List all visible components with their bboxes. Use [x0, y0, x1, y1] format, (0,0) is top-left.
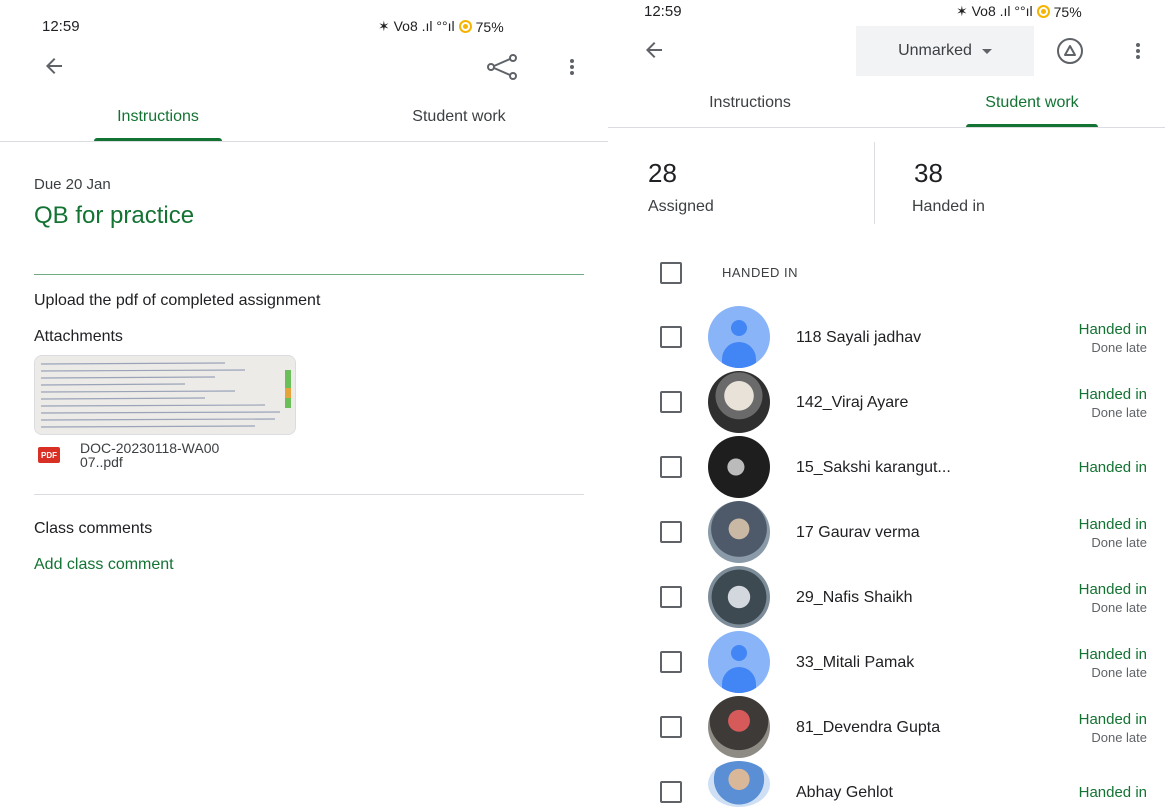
student-row[interactable]: 118 Sayali jadhav Handed in Done late: [608, 305, 1165, 369]
student-status-detail: Done late: [1091, 405, 1147, 420]
drive-icon: [1057, 38, 1083, 64]
student-avatar: [708, 696, 770, 758]
student-checkbox[interactable]: [660, 781, 682, 803]
student-row[interactable]: 17 Gaurav verma Handed in Done late: [608, 500, 1165, 564]
attachment-card[interactable]: PDF DOC-20230118-WA00 07..pdf: [34, 355, 296, 475]
battery-level: 75%: [475, 18, 504, 35]
student-name: 81_Devendra Gupta: [796, 719, 941, 736]
student-status: Handed in: [1078, 646, 1147, 663]
handwritten-notes-preview: [35, 356, 295, 434]
student-work-screen: 12:59 ✶ Vo8 .ıl °°ıl 75% Unmarked Instru…: [608, 0, 1165, 807]
filter-dropdown[interactable]: Unmarked: [856, 26, 1034, 76]
student-name: 17 Gaurav verma: [796, 524, 920, 541]
handed-in-count: 38: [914, 158, 943, 188]
student-checkbox[interactable]: [660, 391, 682, 413]
arrow-back-icon: [46, 58, 62, 74]
tabs-divider: [0, 141, 608, 142]
student-row[interactable]: 29_Nafis Shaikh Handed in Done late: [608, 565, 1165, 629]
attachment-filename-line2: 07..pdf: [80, 454, 123, 470]
student-row[interactable]: 33_Mitali Pamak Handed in Done late: [608, 630, 1165, 694]
student-status: Handed in: [1078, 386, 1147, 403]
battery-level: 75%: [1053, 3, 1082, 20]
handed-in-label: Handed in: [912, 198, 985, 215]
more-options-button[interactable]: [1128, 38, 1148, 64]
assignment-description: Upload the pdf of completed assignment: [34, 292, 321, 309]
student-checkbox[interactable]: [660, 651, 682, 673]
student-row[interactable]: 81_Devendra Gupta Handed in Done late: [608, 695, 1165, 759]
more-vert-icon: [570, 59, 574, 75]
filter-value: Unmarked: [898, 42, 972, 59]
battery-saver-icon: [1036, 5, 1050, 18]
class-comments-heading: Class comments: [34, 520, 153, 537]
student-name: 118 Sayali jadhav: [796, 329, 922, 346]
group-header: HANDED IN: [722, 265, 799, 280]
back-button[interactable]: [38, 52, 70, 80]
open-drive-button[interactable]: [1052, 34, 1088, 68]
select-all-checkbox[interactable]: [660, 262, 682, 284]
assigned-label: Assigned: [648, 198, 714, 215]
student-status-detail: Done late: [1091, 600, 1147, 615]
student-name: 142_Viraj Ayare: [796, 394, 909, 411]
tab-instructions[interactable]: Instructions: [60, 108, 256, 126]
student-checkbox[interactable]: [660, 326, 682, 348]
student-avatar: [708, 371, 770, 433]
signal-icons: ✶ Vo8 .ıl °°ıl: [956, 3, 1033, 19]
attachments-heading: Attachments: [34, 328, 123, 345]
student-name: Abhay Gehlot: [796, 784, 893, 801]
student-row[interactable]: 15_Sakshi karangut... Handed in: [608, 435, 1165, 499]
student-status: Handed in: [1078, 711, 1147, 728]
attachment-thumbnail: [34, 355, 296, 435]
assignment-title: QB for practice: [34, 202, 195, 229]
student-checkbox[interactable]: [660, 521, 682, 543]
student-avatar: [708, 501, 770, 563]
student-avatar: [708, 566, 770, 628]
student-name: 29_Nafis Shaikh: [796, 589, 913, 606]
student-status: Handed in: [1078, 784, 1147, 801]
student-checkbox[interactable]: [660, 456, 682, 478]
status-time: 12:59: [42, 18, 80, 35]
student-status-detail: Done late: [1091, 340, 1147, 355]
stats-divider: [874, 142, 875, 224]
student-status: Handed in: [1078, 321, 1147, 338]
more-options-button[interactable]: [562, 54, 582, 80]
default-avatar-icon: [708, 631, 770, 693]
title-divider: [34, 274, 584, 275]
instructions-screen: 12:59 ✶ Vo8 .ıl °°ıl 75% Instructions St…: [0, 0, 608, 807]
student-avatar: [708, 436, 770, 498]
more-vert-icon: [1136, 43, 1140, 59]
battery-saver-icon: [458, 20, 472, 33]
assigned-count: 28: [648, 158, 677, 188]
dropdown-caret-icon: [981, 48, 992, 54]
add-class-comment-link[interactable]: Add class comment: [34, 556, 174, 574]
due-date: Due 20 Jan: [34, 176, 111, 193]
share-icon: [487, 54, 517, 80]
student-row[interactable]: Abhay Gehlot Handed in: [608, 760, 1165, 807]
student-checkbox[interactable]: [660, 586, 682, 608]
student-status: Handed in: [1078, 581, 1147, 598]
tab-student-work[interactable]: Student work: [360, 108, 558, 126]
student-name: 33_Mitali Pamak: [796, 654, 915, 671]
tab-student-work[interactable]: Student work: [934, 94, 1130, 112]
student-status: Handed in: [1078, 459, 1147, 476]
comments-divider: [34, 494, 584, 495]
student-name: 15_Sakshi karangut...: [796, 459, 951, 476]
student-status-detail: Done late: [1091, 730, 1147, 745]
student-checkbox[interactable]: [660, 716, 682, 738]
arrow-back-icon: [646, 42, 662, 58]
tab-instructions[interactable]: Instructions: [652, 94, 848, 112]
status-icons: ✶ Vo8 .ıl °°ıl 75%: [956, 3, 1082, 20]
pdf-file-icon: PDF: [38, 447, 60, 463]
status-icons: ✶ Vo8 .ıl °°ıl 75%: [378, 18, 504, 35]
student-status-detail: Done late: [1091, 665, 1147, 680]
student-status: Handed in: [1078, 516, 1147, 533]
back-button[interactable]: [638, 36, 670, 64]
default-avatar-icon: [708, 306, 770, 368]
signal-icons: ✶ Vo8 .ıl °°ıl: [378, 18, 455, 34]
student-avatar: [708, 761, 770, 807]
student-row[interactable]: 142_Viraj Ayare Handed in Done late: [608, 370, 1165, 434]
status-time: 12:59: [644, 3, 682, 20]
student-status-detail: Done late: [1091, 535, 1147, 550]
tabs-divider: [608, 127, 1165, 128]
share-button[interactable]: [484, 52, 520, 82]
